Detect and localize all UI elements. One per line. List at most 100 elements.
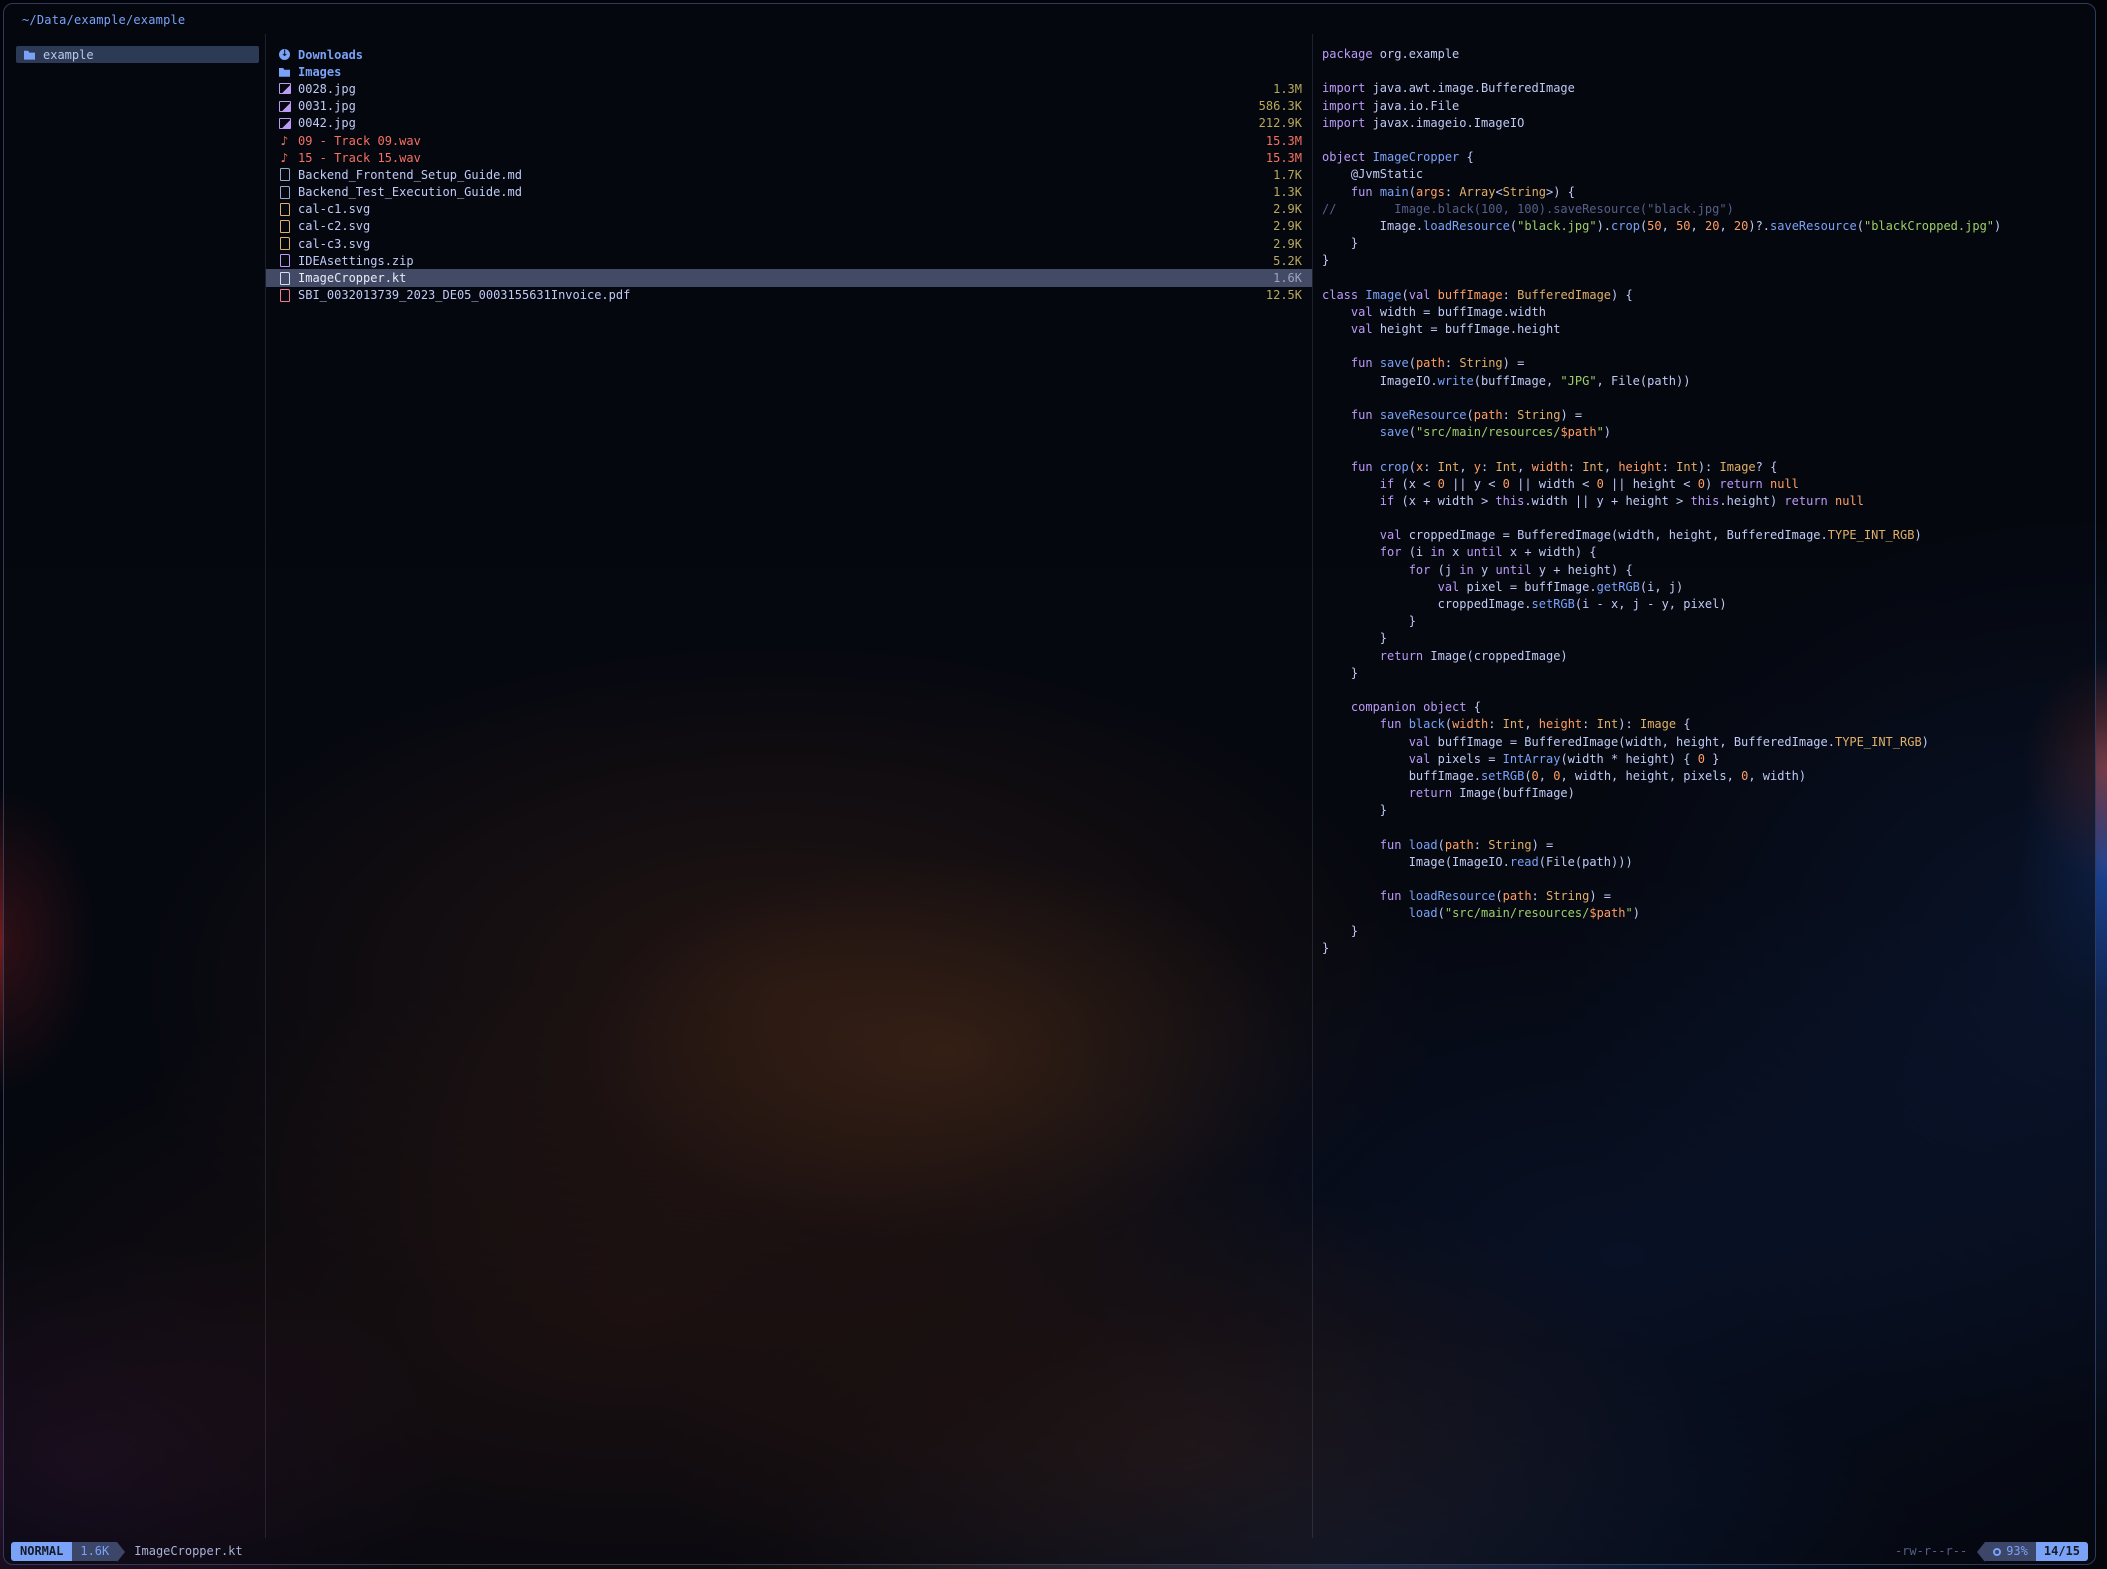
file-name: 0028.jpg bbox=[298, 82, 356, 96]
code-line: import javax.imageio.ImageIO bbox=[1322, 115, 2095, 132]
file-list: Downloads Images 0028.jpg 1.3M 0031.jpg586.3… bbox=[266, 46, 1312, 304]
svg-icon bbox=[277, 235, 292, 252]
file-size-badge: 1.6K bbox=[72, 1542, 117, 1561]
code-line: companion object { bbox=[1322, 699, 2095, 716]
file-row[interactable]: 0031.jpg586.3K bbox=[266, 98, 1312, 115]
file-size: 1.3M bbox=[1261, 82, 1302, 96]
file-row[interactable]: Backend_Frontend_Setup_Guide.md1.7K bbox=[266, 166, 1312, 183]
status-bar-left: NORMAL 1.6K ImageCropper.kt bbox=[11, 1542, 243, 1561]
code-line bbox=[1322, 510, 2095, 527]
file-name: ImageCropper.kt bbox=[298, 271, 406, 285]
image-icon bbox=[277, 80, 292, 97]
code-line: object ImageCropper { bbox=[1322, 149, 2095, 166]
code-line: import java.awt.image.BufferedImage bbox=[1322, 80, 2095, 97]
file-size: 212.9K bbox=[1247, 116, 1302, 130]
code-line: package org.example bbox=[1322, 46, 2095, 63]
file-row[interactable]: cal-c3.svg2.9K bbox=[266, 235, 1312, 252]
file-size: 1.7K bbox=[1261, 168, 1302, 182]
file-size: 2.9K bbox=[1261, 219, 1302, 233]
code-line: } bbox=[1322, 940, 2095, 957]
file-size: 1.6K bbox=[1261, 271, 1302, 285]
status-bar-right: -rw-r--r-- 93% 14/15 bbox=[1895, 1542, 2088, 1561]
file-name: 0031.jpg bbox=[298, 99, 356, 113]
code-line: } bbox=[1322, 923, 2095, 940]
parent-dir-item[interactable]: example bbox=[16, 46, 259, 63]
code-line: fun main(args: Array<String>) { bbox=[1322, 184, 2095, 201]
file-row[interactable]: 15 - Track 15.wav15.3M bbox=[266, 149, 1312, 166]
parent-list: example bbox=[16, 46, 259, 63]
code-line: for (j in y until y + height) { bbox=[1322, 562, 2095, 579]
current-path: ~/Data/example/example bbox=[22, 13, 185, 27]
code-line: if (x + width > this.width || y + height… bbox=[1322, 493, 2095, 510]
code-line: load("src/main/resources/$path") bbox=[1322, 905, 2095, 922]
code-line: val pixel = buffImage.getRGB(i, j) bbox=[1322, 579, 2095, 596]
file-size: 1.3K bbox=[1261, 185, 1302, 199]
code-view: package org.example import java.awt.imag… bbox=[1322, 46, 2095, 957]
svg-icon bbox=[277, 218, 292, 235]
status-bar: NORMAL 1.6K ImageCropper.kt -rw-r--r-- 9… bbox=[6, 1542, 2093, 1561]
audio-icon bbox=[277, 149, 292, 166]
code-line: @JvmStatic bbox=[1322, 166, 2095, 183]
parent-pane: example bbox=[4, 34, 266, 1538]
code-line bbox=[1322, 819, 2095, 836]
code-line: val height = buffImage.height bbox=[1322, 321, 2095, 338]
folder-icon bbox=[277, 63, 292, 80]
file-size: 15.3M bbox=[1254, 134, 1302, 148]
code-line: Image.loadResource("black.jpg").crop(50,… bbox=[1322, 218, 2095, 235]
file-size: 12.5K bbox=[1254, 288, 1302, 302]
desktop: { "window": { "title_path": "~/Data/exam… bbox=[0, 0, 2107, 1569]
file-row[interactable]: Backend_Test_Execution_Guide.md1.3K bbox=[266, 184, 1312, 201]
file-name: 09 - Track 09.wav bbox=[298, 134, 421, 148]
zip-icon bbox=[277, 252, 292, 269]
file-row[interactable]: 0028.jpg 1.3M bbox=[266, 80, 1312, 97]
markdown-icon bbox=[277, 184, 292, 201]
file-row[interactable]: cal-c2.svg2.9K bbox=[266, 218, 1312, 235]
code-line: fun crop(x: Int, y: Int, width: Int, hei… bbox=[1322, 459, 2095, 476]
file-row[interactable]: Images bbox=[266, 63, 1312, 80]
file-row[interactable]: SBI_0032013739_2023_DE05_0003155631Invoi… bbox=[266, 287, 1312, 304]
markdown-icon bbox=[277, 166, 292, 183]
code-line: } bbox=[1322, 665, 2095, 682]
file-size: 2.9K bbox=[1261, 237, 1302, 251]
image-icon bbox=[277, 98, 292, 115]
code-line: } bbox=[1322, 252, 2095, 269]
file-row[interactable]: Downloads bbox=[266, 46, 1312, 63]
svg-icon bbox=[277, 201, 292, 218]
preview-pane: package org.example import java.awt.imag… bbox=[1313, 34, 2095, 1538]
code-line: return Image(croppedImage) bbox=[1322, 648, 2095, 665]
scroll-percent-value: 93% bbox=[2006, 1542, 2028, 1561]
file-row[interactable]: cal-c1.svg2.9K bbox=[266, 201, 1312, 218]
code-line bbox=[1322, 132, 2095, 149]
code-line: } bbox=[1322, 802, 2095, 819]
code-line: fun black(width: Int, height: Int): Imag… bbox=[1322, 716, 2095, 733]
code-line bbox=[1322, 338, 2095, 355]
code-line: save("src/main/resources/$path") bbox=[1322, 424, 2095, 441]
code-line: if (x < 0 || y < 0 || width < 0 || heigh… bbox=[1322, 476, 2095, 493]
cursor-position-badge: 14/15 bbox=[2036, 1542, 2088, 1561]
code-line: // Image.black(100, 100).saveResource("b… bbox=[1322, 201, 2095, 218]
code-line: class Image(val buffImage: BufferedImage… bbox=[1322, 287, 2095, 304]
file-row[interactable]: 09 - Track 09.wav 15.3M bbox=[266, 132, 1312, 149]
status-filename: ImageCropper.kt bbox=[134, 1542, 242, 1561]
progress-circle-icon bbox=[1993, 1548, 2001, 1556]
powerline-left-icon bbox=[1977, 1542, 1985, 1562]
dir-name: example bbox=[43, 48, 94, 62]
file-size: 15.3M bbox=[1254, 151, 1302, 165]
terminal-window: ~/Data/example/example example Downloads… bbox=[3, 3, 2096, 1565]
file-name: Images bbox=[298, 65, 341, 79]
code-line: fun saveResource(path: String) = bbox=[1322, 407, 2095, 424]
file-row[interactable]: 0042.jpg212.9K bbox=[266, 115, 1312, 132]
code-line: fun save(path: String) = bbox=[1322, 355, 2095, 372]
file-row[interactable]: IDEAsettings.zip5.2K bbox=[266, 252, 1312, 269]
file-row[interactable]: ImageCropper.kt 1.6K bbox=[266, 269, 1312, 286]
file-name: cal-c1.svg bbox=[298, 202, 370, 216]
permissions-text: -rw-r--r-- bbox=[1895, 1542, 1967, 1561]
code-line: fun load(path: String) = bbox=[1322, 837, 2095, 854]
code-line: val pixels = IntArray(width * height) { … bbox=[1322, 751, 2095, 768]
scroll-percent-badge: 93% bbox=[1985, 1542, 2036, 1561]
code-line: Image(ImageIO.read(File(path))) bbox=[1322, 854, 2095, 871]
kotlin-icon bbox=[277, 270, 292, 287]
file-name: Downloads bbox=[298, 48, 363, 62]
code-line: val buffImage = BufferedImage(width, hei… bbox=[1322, 734, 2095, 751]
code-line: for (i in x until x + width) { bbox=[1322, 544, 2095, 561]
